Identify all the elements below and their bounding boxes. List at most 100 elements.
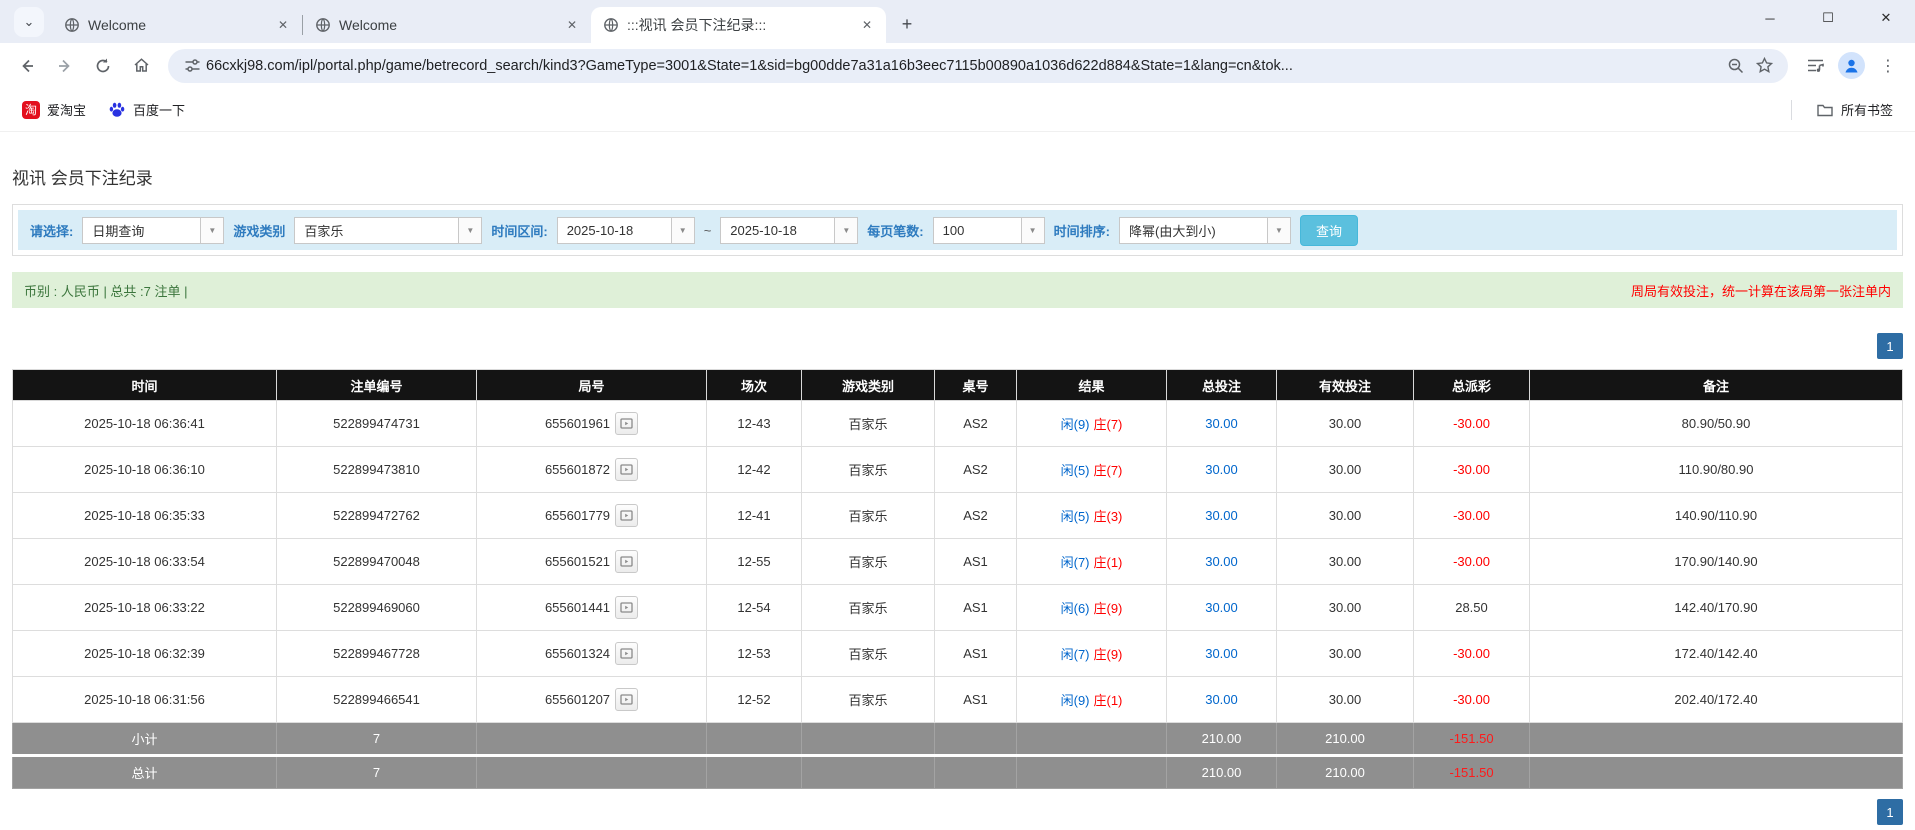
bookmark-aitaobao[interactable]: 淘 爱淘宝 (14, 96, 94, 123)
time-cell: 2025-10-18 06:31:56 (13, 677, 277, 723)
new-tab-button[interactable]: + (894, 11, 920, 37)
chevron-down-icon[interactable]: ▼ (834, 218, 857, 243)
zoom-out-icon[interactable] (1722, 52, 1750, 80)
query-type-select[interactable]: 日期查询 ▼ (82, 217, 224, 244)
replay-icon[interactable] (615, 642, 638, 665)
chevron-down-icon[interactable]: ▼ (671, 218, 694, 243)
payout-value: 28.50 (1455, 600, 1488, 615)
reload-icon[interactable] (86, 49, 120, 83)
time-cell: 2025-10-18 06:33:54 (13, 539, 277, 585)
replay-icon[interactable] (615, 596, 638, 619)
pagination-bottom: 1 (12, 799, 1903, 825)
total-bet-cell: 30.00 (1167, 631, 1277, 677)
result-cell: 闲(5)庄(3) (1017, 493, 1167, 539)
home-icon[interactable] (124, 49, 158, 83)
bet-id-cell: 522899466541 (277, 677, 477, 723)
time-cell: 2025-10-18 06:32:39 (13, 631, 277, 677)
chevron-down-icon[interactable]: ▼ (200, 218, 223, 243)
payout-value: -30.00 (1453, 554, 1490, 569)
date-from-input[interactable]: 2025-10-18 ▼ (557, 217, 695, 244)
bet-table-body: 2025-10-18 06:36:41522899474731655601961… (13, 401, 1903, 789)
bookmark-baidu[interactable]: 百度一下 (100, 96, 193, 123)
address-bar[interactable]: 66cxkj98.com/ipl/portal.php/game/betreco… (168, 49, 1788, 83)
site-info-icon[interactable] (178, 52, 206, 80)
date-to-input[interactable]: 2025-10-18 ▼ (720, 217, 858, 244)
column-header: 备注 (1530, 370, 1903, 401)
payout-value: -30.00 (1453, 646, 1490, 661)
total-bet-link[interactable]: 30.00 (1205, 508, 1238, 523)
result-cell: 闲(5)庄(7) (1017, 447, 1167, 493)
payout-cell: -30.00 (1414, 631, 1530, 677)
tab-close-icon[interactable]: ✕ (858, 16, 876, 34)
payout-cell: -30.00 (1414, 539, 1530, 585)
browser-menu-icon[interactable]: ⋮ (1871, 49, 1905, 83)
chevron-down-icon[interactable]: ▼ (1267, 218, 1290, 243)
filter-panel: 请选择: 日期查询 ▼ 游戏类别 百家乐 ▼ 时间区间: 2025-10-18 … (12, 204, 1903, 256)
forward-icon[interactable] (48, 49, 82, 83)
total-bet-link[interactable]: 30.00 (1205, 646, 1238, 661)
footer-empty-cell (1017, 756, 1167, 789)
media-controls-icon[interactable] (1798, 49, 1832, 83)
payout-value: -30.00 (1453, 416, 1490, 431)
sort-order-select[interactable]: 降幂(由大到小) ▼ (1119, 217, 1291, 244)
replay-icon[interactable] (615, 412, 638, 435)
footer-remark-cell (1530, 723, 1903, 756)
tab-title: :::视讯 会员下注纪录::: (627, 15, 850, 35)
bookmark-star-icon[interactable] (1750, 52, 1778, 80)
round-number: 655601207 (545, 692, 610, 707)
chevron-down-icon[interactable]: ▼ (1021, 218, 1044, 243)
replay-icon[interactable] (615, 688, 638, 711)
tab-welcome-2[interactable]: Welcome ✕ (303, 7, 591, 43)
replay-icon[interactable] (615, 504, 638, 527)
summary-bar: 币别 : 人民币 | 总共 :7 注单 | 周局有效投注，统一计算在该局第一张注… (12, 272, 1903, 308)
window-controls: ─ ☐ ✕ (1741, 0, 1915, 36)
tab-strip: ⌄ Welcome ✕ Welcome ✕ :::视讯 会员下注纪录::: ✕ … (0, 0, 1915, 43)
valid-bet-cell: 30.00 (1277, 585, 1414, 631)
payout-value: -30.00 (1453, 462, 1490, 477)
payout-cell: -30.00 (1414, 677, 1530, 723)
total-bet-link[interactable]: 30.00 (1205, 462, 1238, 477)
round-number: 655601521 (545, 554, 610, 569)
footer-label-cell: 小计 (13, 723, 277, 756)
tab-close-icon[interactable]: ✕ (563, 16, 581, 34)
footer-empty-cell (802, 723, 935, 756)
payout-cell: -30.00 (1414, 401, 1530, 447)
window-maximize-button[interactable]: ☐ (1799, 0, 1857, 36)
all-bookmarks-button[interactable]: 所有书签 (1808, 96, 1901, 123)
chevron-down-icon[interactable]: ▼ (458, 218, 481, 243)
total-bet-cell: 30.00 (1167, 447, 1277, 493)
total-bet-link[interactable]: 30.00 (1205, 600, 1238, 615)
profile-avatar[interactable] (1838, 52, 1865, 79)
tab-bet-records-active[interactable]: :::视讯 会员下注纪录::: ✕ (591, 7, 886, 43)
window-close-button[interactable]: ✕ (1857, 0, 1915, 36)
remark-cell: 140.90/110.90 (1530, 493, 1903, 539)
replay-icon[interactable] (615, 458, 638, 481)
game-type-cell: 百家乐 (802, 401, 935, 447)
total-bet-link[interactable]: 30.00 (1205, 692, 1238, 707)
url-text[interactable]: 66cxkj98.com/ipl/portal.php/game/betreco… (206, 58, 1722, 74)
round-cell: 655601961 (477, 401, 707, 447)
replay-icon[interactable] (615, 550, 638, 573)
column-header: 场次 (707, 370, 802, 401)
column-header: 游戏类别 (802, 370, 935, 401)
total-bet-link[interactable]: 30.00 (1205, 416, 1238, 431)
back-icon[interactable] (10, 49, 44, 83)
tab-close-icon[interactable]: ✕ (274, 16, 292, 34)
page-size-select[interactable]: 100 ▼ (933, 217, 1045, 244)
page-number-button[interactable]: 1 (1877, 799, 1903, 825)
tab-search-chevron-icon[interactable]: ⌄ (14, 7, 44, 37)
page-number-button[interactable]: 1 (1877, 333, 1903, 359)
column-header: 结果 (1017, 370, 1167, 401)
payout-cell: 28.50 (1414, 585, 1530, 631)
search-button[interactable]: 查询 (1300, 215, 1358, 246)
game-type-select[interactable]: 百家乐 ▼ (294, 217, 482, 244)
round-number: 655601324 (545, 646, 610, 661)
total-bet-link[interactable]: 30.00 (1205, 554, 1238, 569)
window-minimize-button[interactable]: ─ (1741, 0, 1799, 36)
footer-empty-cell (477, 756, 707, 789)
remark-cell: 142.40/170.90 (1530, 585, 1903, 631)
column-header: 总派彩 (1414, 370, 1530, 401)
player-result: 闲(9) (1061, 417, 1090, 432)
table-number-cell: AS2 (935, 493, 1017, 539)
tab-welcome-1[interactable]: Welcome ✕ (52, 7, 302, 43)
